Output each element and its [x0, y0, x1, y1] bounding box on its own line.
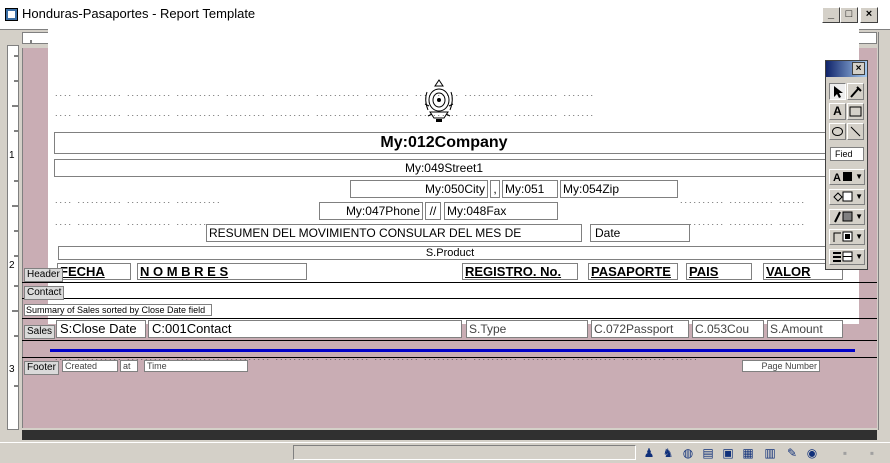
comma-field[interactable]: ,	[490, 180, 500, 198]
section-tab-sales[interactable]: Sales	[24, 325, 56, 339]
date-field[interactable]: Date	[590, 224, 690, 242]
toolbox-title-bar[interactable]: ×	[826, 61, 867, 77]
report-title-field[interactable]: RESUMEN DEL MOVIMIENTO CONSULAR DEL MES …	[206, 224, 582, 242]
section-tab-footer[interactable]: Footer	[24, 361, 59, 375]
amount-field[interactable]: S.Amount	[767, 320, 843, 338]
column-header-fecha[interactable]: FECHA	[57, 263, 131, 280]
section-divider	[22, 357, 877, 358]
time-field[interactable]: Time	[144, 360, 248, 372]
street-field[interactable]: My:049Street1	[54, 159, 834, 177]
grid-dots: .......... .......... ......	[680, 217, 807, 227]
status-bar: ♟ ♞ ◍ ▤ ▣ ▦ ▥ ✎ ◉ ▪ ▪	[0, 442, 890, 463]
zip-field[interactable]: My:054Zip	[560, 180, 678, 198]
column-header-pais[interactable]: PAIS	[686, 263, 752, 280]
vertical-ruler: 1 2 3	[7, 45, 19, 430]
section-divider	[22, 340, 877, 341]
form-icon[interactable]: ▣	[721, 446, 735, 460]
maximize-button[interactable]: □	[840, 7, 858, 23]
contact-field[interactable]: C:001Contact	[148, 320, 462, 338]
slashes-field[interactable]: //	[425, 202, 441, 220]
section-tab-contact[interactable]: Contact	[24, 286, 65, 300]
country-field[interactable]: C.053Cou	[692, 320, 764, 338]
close-button[interactable]: ×	[860, 7, 878, 23]
tools-icon[interactable]: ✎	[785, 446, 799, 460]
user-icon[interactable]: ♟	[642, 446, 656, 460]
fill-color-dropdown[interactable]: ▼	[829, 189, 865, 205]
column-header-registro[interactable]: REGISTRO. No.	[462, 263, 578, 280]
grid-icon[interactable]: ▥	[763, 446, 777, 460]
eyedropper-tool-icon[interactable]	[847, 83, 864, 100]
grid-dots: .... .......... .......... ..........	[55, 195, 222, 205]
state-field[interactable]: My:051	[502, 180, 558, 198]
field-tool[interactable]: Fied	[830, 147, 864, 161]
title-bar: Honduras-Pasaportes - Report Template _ …	[0, 0, 890, 30]
close-date-field[interactable]: S:Close Date	[56, 320, 146, 338]
type-field[interactable]: S.Type	[466, 320, 588, 338]
vruler-mark-3: 3	[9, 364, 15, 375]
grid-dots: .... .......... .......... .......... ..…	[55, 108, 596, 118]
pen-color-dropdown[interactable]: ▼	[829, 209, 865, 225]
table-icon[interactable]: ▦	[741, 446, 755, 460]
column-header-pasaporte[interactable]: PASAPORTE	[588, 263, 678, 280]
fax-field[interactable]: My:048Fax	[444, 202, 558, 220]
line-style-dropdown[interactable]: ▼	[829, 249, 865, 265]
product-field[interactable]: S.Product	[58, 246, 842, 260]
disabled-icon: ▪	[869, 446, 875, 460]
created-label[interactable]: Created	[62, 360, 118, 372]
line-tool-icon[interactable]	[847, 123, 864, 140]
chevron-down-icon: ▼	[855, 232, 863, 241]
text-color-dropdown[interactable]: A ▼	[829, 169, 865, 185]
border-style-dropdown[interactable]: ▼	[829, 229, 865, 245]
vruler-mark-2: 2	[9, 260, 15, 271]
toolbox-palette[interactable]: × A Fied A ▼ ▼ ▼ ▼ ▼	[825, 60, 868, 270]
page-number-field[interactable]: Page Number	[742, 360, 820, 372]
toolbox-close-button[interactable]: ×	[852, 62, 865, 75]
column-header-nombres[interactable]: N O M B R E S	[137, 263, 307, 280]
pointer-tool-icon[interactable]	[829, 83, 846, 100]
chevron-down-icon: ▼	[855, 212, 863, 221]
coat-of-arms-logo	[424, 79, 454, 122]
at-label[interactable]: at	[120, 360, 138, 372]
oval-tool-icon[interactable]	[829, 123, 846, 140]
palette-icon[interactable]: ◉	[805, 446, 819, 460]
city-field[interactable]: My:050City	[350, 180, 488, 198]
horizontal-scrollbar[interactable]	[22, 430, 877, 440]
window-title: Honduras-Pasaportes - Report Template	[22, 6, 256, 21]
text-tool-icon[interactable]: A	[829, 103, 846, 120]
summary-label[interactable]: Summary of Sales sorted by Close Date fi…	[24, 304, 212, 316]
app-icon	[5, 8, 18, 21]
vruler-mark-1: 1	[9, 150, 15, 161]
status-message-field	[293, 445, 636, 460]
phone-field[interactable]: My:047Phone	[319, 202, 423, 220]
grid-dots: .... .......... .......... .......... ..…	[55, 88, 596, 98]
section-divider	[22, 318, 877, 319]
vertical-scrollbar[interactable]	[878, 32, 890, 430]
note-icon[interactable]: ▤	[701, 446, 715, 460]
minimize-button[interactable]: _	[822, 7, 840, 23]
globe-icon[interactable]: ◍	[681, 446, 695, 460]
chevron-down-icon: ▼	[855, 172, 863, 181]
svg-text:A: A	[833, 172, 841, 183]
chevron-down-icon: ▼	[855, 192, 863, 201]
chevron-down-icon: ▼	[855, 252, 863, 261]
grid-dots: .......... .......... ......	[680, 195, 807, 205]
users-icon[interactable]: ♞	[661, 446, 675, 460]
grid-dots: .... .......... .......... ..........	[55, 217, 222, 227]
section-divider	[22, 282, 877, 283]
rectangle-tool-icon[interactable]	[847, 103, 864, 120]
company-field[interactable]: My:012Company	[54, 132, 834, 154]
disabled-icon: ▪	[842, 446, 848, 460]
blue-separator-line	[50, 349, 855, 352]
section-divider	[22, 298, 877, 299]
section-tab-header[interactable]: Header	[24, 268, 63, 282]
passport-field[interactable]: C.072Passport	[591, 320, 689, 338]
